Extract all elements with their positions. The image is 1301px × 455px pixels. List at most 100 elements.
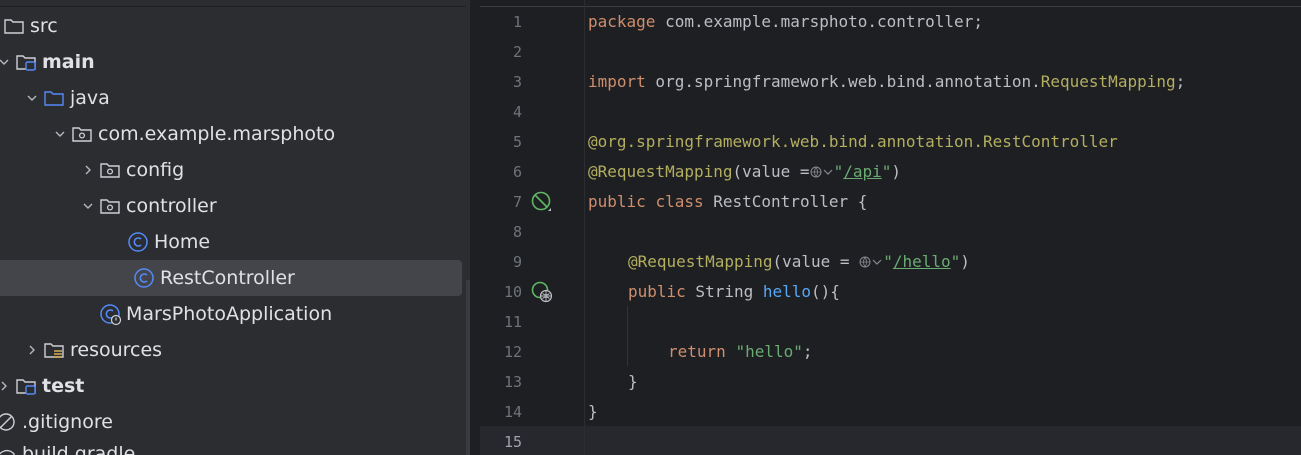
- project-tree-panel: src main java com.example.marsphoto conf…: [0, 0, 470, 455]
- line-number[interactable]: 10: [480, 277, 522, 307]
- current-line-highlight: [480, 426, 1301, 455]
- code-line-1[interactable]: package com.example.marsphoto.controller…: [588, 7, 983, 37]
- keyword: package: [588, 12, 656, 31]
- string-quote: ": [833, 162, 844, 181]
- keyword: return: [668, 342, 726, 361]
- package-icon: [70, 122, 94, 146]
- tree-item-resources[interactable]: resources: [22, 332, 470, 368]
- tree-item-package-root[interactable]: com.example.marsphoto: [50, 116, 470, 152]
- code-line-6[interactable]: @RequestMapping(value = "/api"): [588, 157, 901, 187]
- source-root-folder-icon: [14, 374, 38, 398]
- line-number[interactable]: 1: [480, 7, 522, 37]
- gradle-icon: [0, 442, 18, 455]
- string-quote: ": [883, 252, 893, 271]
- tree-item-home[interactable]: Home: [126, 224, 470, 260]
- panel-divider: [0, 6, 470, 7]
- line-number[interactable]: 8: [480, 217, 522, 247]
- tree-item-label: RestController: [160, 267, 295, 289]
- tree-item-label: test: [42, 375, 85, 397]
- code-text: (){: [811, 282, 840, 301]
- web-endpoint-globe-icon[interactable]: [810, 166, 822, 178]
- spring-boot-class-icon: [98, 302, 122, 326]
- url-path[interactable]: /api: [843, 162, 882, 181]
- code-line-9[interactable]: @RequestMapping(value = "/hello"): [628, 247, 970, 277]
- indent-guide: [627, 306, 628, 366]
- annotation: @RequestMapping: [628, 252, 773, 271]
- code-line-7[interactable]: public class RestController {: [588, 187, 867, 217]
- tree-item-restcontroller[interactable]: RestController: [0, 260, 470, 296]
- method-name: hello: [762, 282, 812, 301]
- line-number-current[interactable]: 15: [480, 427, 522, 455]
- line-number[interactable]: 6: [480, 157, 522, 187]
- tree-scrollbar-thumb[interactable]: [466, 280, 470, 455]
- tree-item-java[interactable]: java: [22, 80, 470, 116]
- line-number[interactable]: 13: [480, 367, 522, 397]
- code-text: ): [891, 162, 902, 181]
- keyword: public: [628, 282, 686, 301]
- chevron-down-icon[interactable]: [871, 256, 883, 268]
- code-text: com.example.marsphoto.controller;: [655, 12, 983, 31]
- string-literal: "hello": [735, 342, 803, 361]
- tree-item-build-gradle[interactable]: build.gradle: [0, 436, 464, 455]
- code-editor[interactable]: 1 2 3 4 5 6 7 8 9 10 11 12 13 14 15 pack…: [480, 0, 1301, 455]
- tree-item-label: controller: [126, 195, 217, 217]
- chevron-right-icon[interactable]: [0, 368, 14, 404]
- line-number[interactable]: 11: [480, 307, 522, 337]
- code-line-14[interactable]: }: [588, 397, 598, 427]
- line-number[interactable]: 12: [480, 337, 522, 367]
- code-line-3[interactable]: import org.springframework.web.bind.anno…: [588, 67, 1185, 97]
- tree-item-marsphotoapplication[interactable]: MarsPhotoApplication: [98, 296, 470, 332]
- tree-item-src[interactable]: src: [0, 8, 452, 44]
- code-line-13[interactable]: }: [628, 367, 638, 397]
- annotation-class: RequestMapping: [1040, 72, 1176, 91]
- keyword: public: [588, 192, 646, 211]
- chevron-right-icon[interactable]: [22, 332, 42, 368]
- line-number[interactable]: 7: [480, 187, 522, 217]
- chevron-down-icon[interactable]: [0, 44, 14, 80]
- code-text: ;: [802, 342, 813, 361]
- code-line-12[interactable]: return "hello";: [668, 337, 813, 367]
- code-text: String: [685, 282, 763, 301]
- tree-item-controller[interactable]: controller: [78, 188, 470, 224]
- annotation-class: RestController: [982, 132, 1118, 151]
- code-line-5[interactable]: @org.springframework.web.bind.annotation…: [588, 127, 1118, 157]
- line-number[interactable]: 14: [480, 397, 522, 427]
- resources-folder-icon: [42, 338, 66, 362]
- tree-item-label: config: [126, 159, 185, 181]
- web-endpoint-globe-icon[interactable]: [859, 256, 871, 268]
- tree-item-gitignore[interactable]: .gitignore: [0, 404, 464, 440]
- tree-item-label: .gitignore: [22, 411, 113, 433]
- tree-item-label: com.example.marsphoto: [98, 123, 336, 145]
- annotation: @RequestMapping: [588, 162, 733, 181]
- chevron-down-icon[interactable]: [78, 188, 98, 224]
- code-text: }: [588, 402, 598, 421]
- line-number[interactable]: 4: [480, 97, 522, 127]
- chevron-down-icon[interactable]: [50, 116, 70, 152]
- line-number[interactable]: 5: [480, 127, 522, 157]
- source-folder-icon: [42, 86, 66, 110]
- chevron-down-icon[interactable]: [22, 80, 42, 116]
- keyword: import: [588, 72, 646, 91]
- code-text: (value =: [732, 162, 810, 181]
- line-number[interactable]: 2: [480, 37, 522, 67]
- chevron-right-icon[interactable]: [78, 152, 98, 188]
- line-number[interactable]: 9: [480, 247, 522, 277]
- code-text: ): [960, 252, 970, 271]
- annotation-prefix: @org.springframework.web.bind.annotation…: [588, 132, 983, 151]
- spring-endpoint-icon[interactable]: [530, 280, 554, 304]
- line-number[interactable]: 3: [480, 67, 522, 97]
- tree-item-main[interactable]: main: [0, 44, 464, 80]
- tree-item-test[interactable]: test: [0, 368, 464, 404]
- code-text: org.springframework.web.bind.annotation.: [645, 72, 1041, 91]
- class-icon: [126, 230, 150, 254]
- ignored-file-icon: [0, 410, 18, 434]
- chevron-down-icon[interactable]: [822, 166, 834, 178]
- keyword: class: [655, 192, 704, 211]
- spring-bean-icon[interactable]: [530, 190, 554, 214]
- string-quote: ": [881, 162, 892, 181]
- code-line-10[interactable]: public String hello(){: [628, 277, 840, 307]
- tree-item-label: java: [70, 87, 110, 109]
- tree-item-config[interactable]: config: [78, 152, 470, 188]
- url-path[interactable]: /hello: [893, 252, 951, 271]
- code-text: (value =: [772, 252, 860, 271]
